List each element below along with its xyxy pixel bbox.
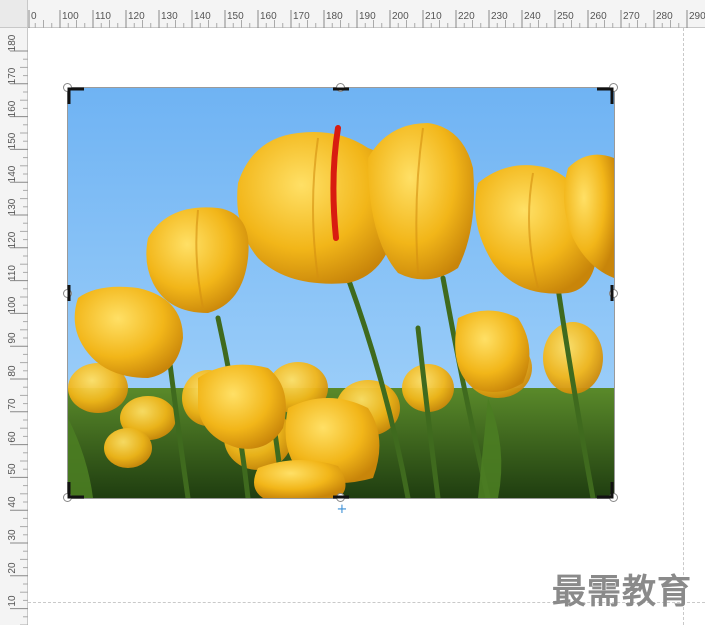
crop-mark-bottom-right[interactable]	[597, 482, 614, 499]
crop-marks	[67, 87, 614, 499]
crop-mark-top-right[interactable]	[597, 87, 614, 104]
crop-mark-top-left[interactable]	[67, 87, 84, 104]
plus-icon[interactable]: +	[336, 503, 348, 516]
crop-mark-group	[67, 87, 614, 499]
crop-mark-bottom-left[interactable]	[67, 482, 84, 499]
watermark-logo: 最需教育	[552, 572, 692, 612]
